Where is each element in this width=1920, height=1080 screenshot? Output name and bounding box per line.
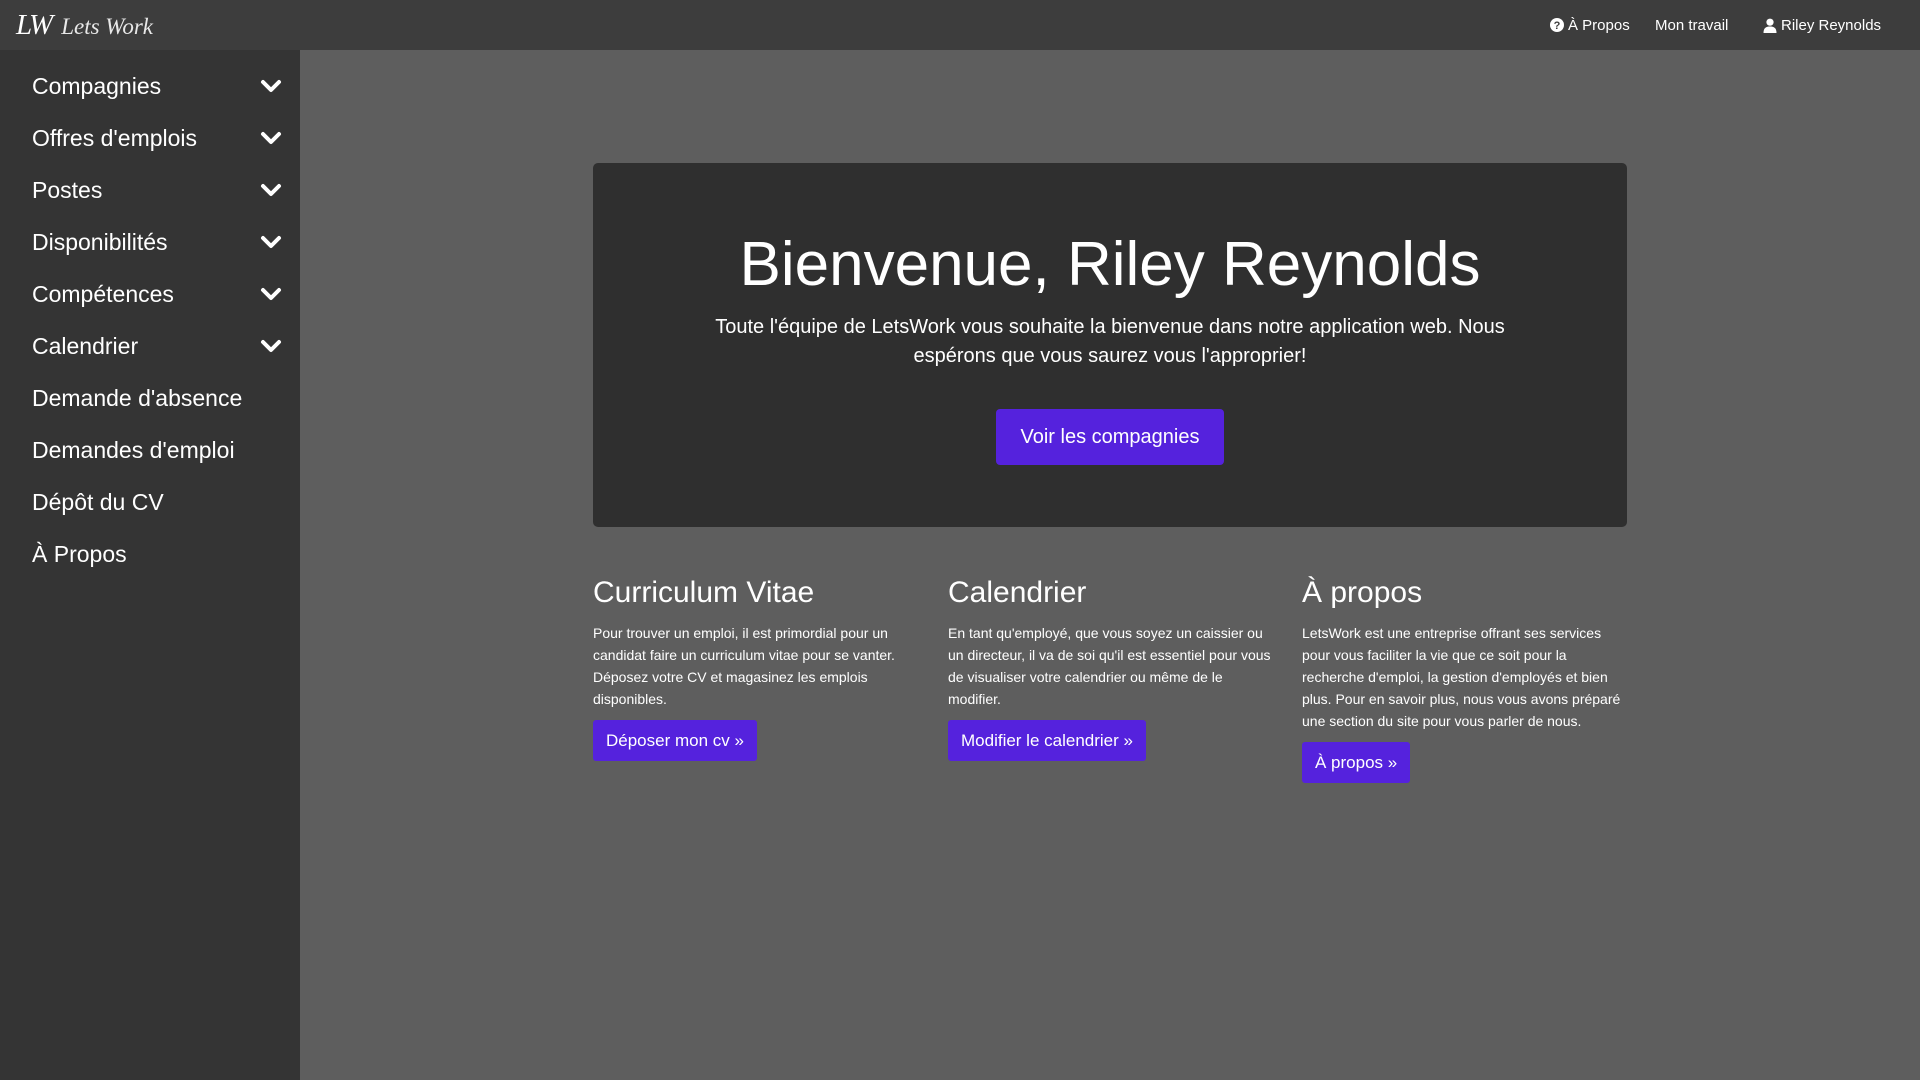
sidebar-item-label: Compétences [32,280,174,307]
svg-text:?: ? [1554,20,1561,32]
card-about-title: À propos [1302,576,1423,609]
nav-my-work-link[interactable]: Mon travail [1655,17,1728,34]
welcome-jumbotron: Bienvenue, Riley Reynolds Toute l'équipe… [593,163,1627,527]
sidebar-item-demande-d-absence[interactable]: Demande d'absence [0,372,300,424]
card-cv: Curriculum Vitae Pour trouver un emploi,… [593,575,918,761]
nav-about-link[interactable]: ? À Propos [1550,17,1630,34]
nav-about-label: À Propos [1568,16,1630,34]
chevron-down-icon[interactable] [260,335,282,357]
about-button[interactable]: À propos » [1302,742,1411,783]
chevron-down-icon[interactable] [260,127,282,149]
sidebar-item-offres-d-emplois[interactable]: Offres d'emplois [0,112,300,164]
sidebar-item-label: Dépôt du CV [32,488,164,515]
brand-logo[interactable]: LW Lets Work [16,8,154,41]
sidebar-item-depot-du-cv[interactable]: Dépôt du CV [0,476,300,528]
chevron-down-icon[interactable] [260,179,282,201]
main-content: Bienvenue, Riley Reynolds Toute l'équipe… [300,50,1920,1080]
card-cv-title: Curriculum Vitae [593,576,815,609]
chevron-down-icon[interactable] [260,283,282,305]
card-calendar: Calendrier En tant qu'employé, que vous … [948,575,1273,761]
top-navbar: LW Lets Work ? À Propos Mon travail Rile… [0,0,1920,50]
upload-cv-button[interactable]: Déposer mon cv » [593,720,757,761]
brand-mark: LW [16,8,53,41]
brand-name: Lets Work [61,13,154,39]
card-calendar-title: Calendrier [948,576,1087,609]
sidebar-item-label: Offres d'emplois [32,124,198,151]
card-about-text: LetsWork est une entreprise offrant ses … [1302,625,1621,729]
chevron-down-icon[interactable] [260,231,282,253]
question-circle-icon: ? [1550,18,1564,32]
sidebar-menu: Compagnies Offres d'emplois Postes Disponib… [0,50,300,580]
edit-calendar-button[interactable]: Modifier le calendrier » [948,720,1146,761]
sidebar-item-label: À Propos [32,540,127,567]
chevron-down-icon[interactable] [260,75,282,97]
sidebar-item-label: Compagnies [32,72,162,99]
sidebar-item-compagnies[interactable]: Compagnies [0,60,300,112]
card-about: À propos LetsWork est une entreprise off… [1302,575,1627,783]
sidebar-item-postes[interactable]: Postes [0,164,300,216]
sidebar-item-disponibilites[interactable]: Disponibilités [0,216,300,268]
nav-user-label: Riley Reynolds [1781,16,1882,34]
user-icon [1763,18,1777,33]
sidebar-item-label: Disponibilités [32,228,168,255]
welcome-title: Bienvenue, Riley Reynolds [739,230,1481,299]
sidebar-item-calendrier[interactable]: Calendrier [0,320,300,372]
sidebar-item-label: Demandes d'emploi [32,436,235,463]
card-cv-text: Pour trouver un emploi, il est primordia… [593,625,895,707]
sidebar: Compagnies Offres d'emplois Postes Disponib… [0,50,300,1080]
sidebar-item-a-propos[interactable]: À Propos [0,528,300,580]
nav-user-link[interactable]: Riley Reynolds [1763,17,1881,34]
card-calendar-text: En tant qu'employé, que vous soyez un ca… [948,625,1271,707]
sidebar-item-demandes-d-emploi[interactable]: Demandes d'emploi [0,424,300,476]
sidebar-item-competences[interactable]: Compétences [0,268,300,320]
nav-my-work-label: Mon travail [1655,16,1729,34]
welcome-text: Toute l'équipe de LetsWork vous souhaite… [715,316,1505,368]
sidebar-item-label: Demande d'absence [32,384,243,411]
sidebar-item-label: Postes [32,176,103,203]
sidebar-item-label: Calendrier [32,332,139,359]
view-companies-button[interactable]: Voir les compagnies [995,409,1225,466]
